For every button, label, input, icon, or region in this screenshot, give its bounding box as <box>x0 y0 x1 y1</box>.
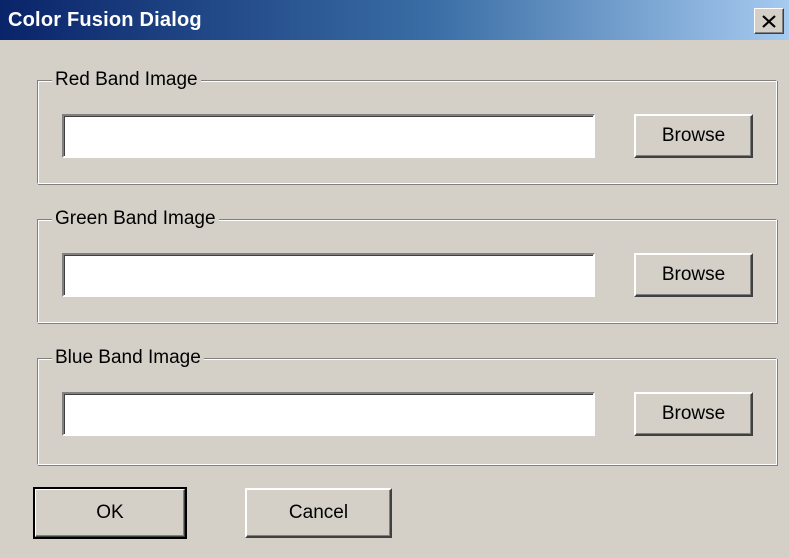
close-button[interactable] <box>754 8 784 34</box>
dialog-title: Color Fusion Dialog <box>8 9 202 31</box>
red-band-group: Red Band Image Browse <box>37 67 777 184</box>
blue-band-label: Blue Band Image <box>52 345 204 371</box>
red-band-browse-button[interactable]: Browse <box>634 114 753 158</box>
red-band-label: Red Band Image <box>52 67 201 93</box>
blue-band-path-input[interactable] <box>62 392 595 436</box>
cancel-button[interactable]: Cancel <box>245 488 392 538</box>
green-band-group: Green Band Image Browse <box>37 206 777 323</box>
blue-band-browse-button[interactable]: Browse <box>634 392 753 436</box>
green-band-browse-button[interactable]: Browse <box>634 253 753 297</box>
red-band-path-input[interactable] <box>62 114 595 158</box>
ok-button[interactable]: OK <box>33 487 187 539</box>
title-bar: Color Fusion Dialog <box>0 0 789 40</box>
green-band-path-input[interactable] <box>62 253 595 297</box>
green-band-label: Green Band Image <box>52 206 219 232</box>
blue-band-group: Blue Band Image Browse <box>37 345 777 465</box>
close-icon <box>762 14 776 28</box>
